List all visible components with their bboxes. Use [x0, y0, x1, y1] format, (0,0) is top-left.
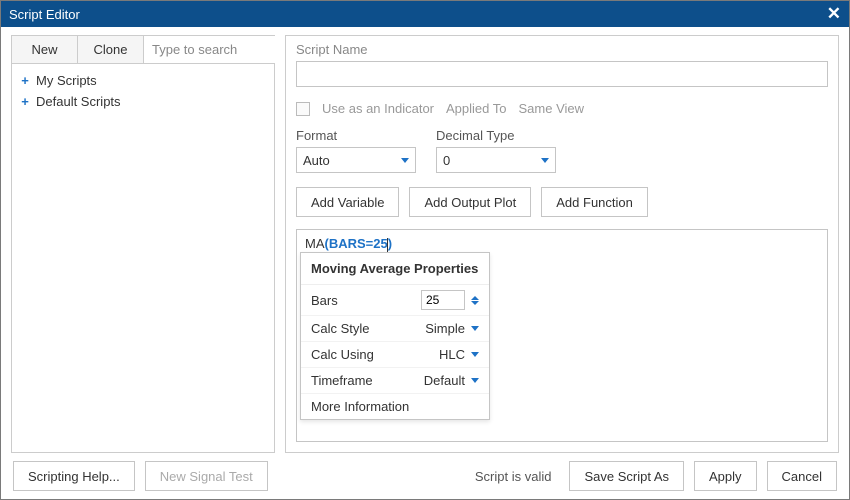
applied-to-label: Applied To — [446, 101, 506, 116]
bars-spinner — [471, 296, 479, 305]
tree-label: My Scripts — [36, 73, 97, 88]
popup-title: Moving Average Properties — [301, 253, 489, 285]
calc-style-label: Calc Style — [311, 321, 370, 336]
code-fn: MA — [305, 236, 325, 251]
popup-row-more-info[interactable]: More Information — [301, 394, 489, 419]
scripting-help-button[interactable]: Scripting Help... — [13, 461, 135, 491]
spinner-up-icon[interactable] — [471, 296, 479, 300]
new-signal-test-button[interactable]: New Signal Test — [145, 461, 268, 491]
code-paren-close: ) — [388, 236, 392, 251]
add-variable-button[interactable]: Add Variable — [296, 187, 399, 217]
format-select[interactable]: Auto — [296, 147, 416, 173]
apply-button[interactable]: Apply — [694, 461, 757, 491]
expand-icon[interactable]: + — [20, 94, 30, 109]
use-as-indicator-label: Use as an Indicator — [322, 101, 434, 116]
indicator-row: Use as an Indicator Applied To Same View — [296, 101, 828, 116]
popup-row-calc-style[interactable]: Calc Style Simple — [301, 316, 489, 342]
chevron-down-icon — [471, 326, 479, 331]
popup-row-bars: Bars — [301, 285, 489, 316]
titlebar: Script Editor ✕ — [1, 1, 849, 27]
format-label: Format — [296, 128, 416, 143]
more-info-link: More Information — [311, 399, 409, 414]
left-panel: New Clone + My Scripts + Default Scripts — [11, 35, 275, 453]
window-title: Script Editor — [9, 7, 80, 22]
left-tabbar: New Clone — [12, 36, 274, 64]
ma-properties-popup: Moving Average Properties Bars Calc St — [300, 252, 490, 420]
tab-new[interactable]: New — [12, 36, 78, 63]
code-editor[interactable]: MA(BARS=25) Moving Average Properties Ba… — [296, 229, 828, 442]
decimal-select[interactable]: 0 — [436, 147, 556, 173]
tree-label: Default Scripts — [36, 94, 121, 109]
script-editor-window: Script Editor ✕ New Clone + My Scripts +… — [0, 0, 850, 500]
timeframe-value: Default — [424, 373, 465, 388]
same-view-label: Same View — [519, 101, 585, 116]
chevron-down-icon — [401, 158, 409, 163]
timeframe-label: Timeframe — [311, 373, 373, 388]
popup-row-calc-using[interactable]: Calc Using HLC — [301, 342, 489, 368]
close-icon[interactable]: ✕ — [827, 4, 841, 24]
decimal-label: Decimal Type — [436, 128, 556, 143]
tree-item-default-scripts[interactable]: + Default Scripts — [20, 91, 266, 112]
chevron-down-icon — [471, 352, 479, 357]
calc-using-label: Calc Using — [311, 347, 374, 362]
main-area: New Clone + My Scripts + Default Scripts… — [1, 27, 849, 453]
decimal-group: Decimal Type 0 — [436, 128, 556, 173]
tab-clone[interactable]: Clone — [78, 36, 144, 63]
decimal-value: 0 — [443, 153, 450, 168]
code-arg: BARS=25 — [329, 236, 388, 251]
calc-style-value: Simple — [425, 321, 465, 336]
action-buttons: Add Variable Add Output Plot Add Functio… — [296, 187, 828, 217]
add-function-button[interactable]: Add Function — [541, 187, 648, 217]
popup-row-timeframe[interactable]: Timeframe Default — [301, 368, 489, 394]
footer: Scripting Help... New Signal Test Script… — [1, 453, 849, 499]
calc-using-value: HLC — [439, 347, 465, 362]
tree-item-my-scripts[interactable]: + My Scripts — [20, 70, 266, 91]
add-output-plot-button[interactable]: Add Output Plot — [409, 187, 531, 217]
script-tree: + My Scripts + Default Scripts — [12, 64, 274, 118]
script-name-input[interactable] — [296, 61, 828, 87]
chevron-down-icon — [541, 158, 549, 163]
use-as-indicator-checkbox[interactable] — [296, 102, 310, 116]
expand-icon[interactable]: + — [20, 73, 30, 88]
format-row: Format Auto Decimal Type 0 — [296, 128, 828, 173]
bars-input[interactable] — [421, 290, 465, 310]
status-text: Script is valid — [475, 469, 552, 484]
bars-label: Bars — [311, 293, 338, 308]
format-value: Auto — [303, 153, 330, 168]
cancel-button[interactable]: Cancel — [767, 461, 837, 491]
spinner-down-icon[interactable] — [471, 301, 479, 305]
format-group: Format Auto — [296, 128, 416, 173]
right-panel: Script Name Use as an Indicator Applied … — [285, 35, 839, 453]
script-name-label: Script Name — [296, 42, 828, 57]
save-script-as-button[interactable]: Save Script As — [569, 461, 684, 491]
chevron-down-icon — [471, 378, 479, 383]
code-line: MA(BARS=25) — [305, 236, 819, 252]
